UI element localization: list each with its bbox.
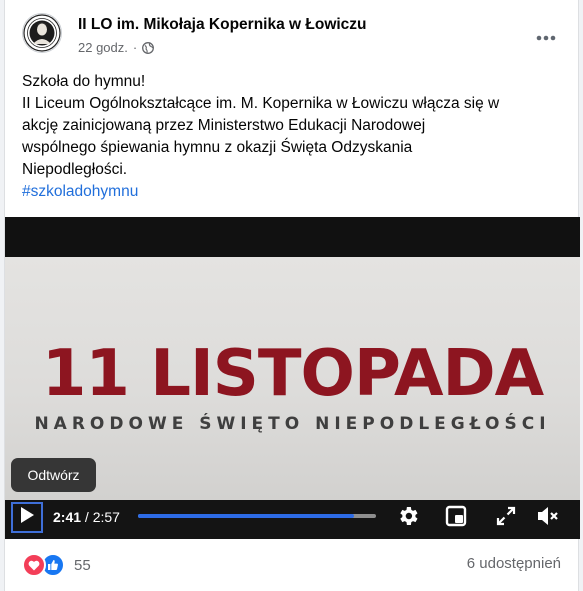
fullscreen-icon: [496, 506, 516, 531]
post-text-line: Szkoła do hymnu!: [22, 73, 146, 90]
video-controls: 2:41 / 2:57: [5, 500, 580, 539]
fullscreen-button[interactable]: [493, 505, 519, 531]
shares-count[interactable]: 6 udostępnień: [467, 555, 561, 572]
post-header: II LO im. Mikołaja Kopernika w Łowiczu 2…: [5, 0, 578, 70]
post-footer: 55 6 udostępnień: [5, 539, 578, 591]
post-text: Szkoła do hymnu! II Liceum Ogólnokształc…: [22, 71, 567, 203]
more-options-button[interactable]: [528, 22, 564, 52]
video-headline: 11 LISTOPADA: [41, 337, 544, 411]
globe-icon: [142, 41, 155, 54]
play-button[interactable]: [11, 502, 43, 533]
post-meta: 22 godz. ·: [78, 40, 155, 55]
video-player[interactable]: 11 LISTOPADA NARODOWE ŚWIĘTO NIEPODLEGŁO…: [5, 217, 580, 539]
more-options-icon: [536, 28, 556, 46]
picture-in-picture-icon: [445, 505, 467, 532]
time-display: 2:41 / 2:57: [53, 509, 120, 525]
reaction-count[interactable]: 55: [74, 557, 91, 574]
reactions-summary[interactable]: 55: [22, 553, 91, 577]
hashtag-link[interactable]: #szkoladohymnu: [22, 183, 138, 200]
play-icon: [19, 506, 35, 529]
settings-icon: [396, 504, 420, 533]
timestamp-link[interactable]: 22 godz.: [78, 40, 128, 55]
current-time: 2:41: [53, 509, 82, 525]
volume-button[interactable]: [535, 505, 561, 531]
post-text-line: II Liceum Ogólnokształcące im. M. Kopern…: [22, 95, 500, 112]
progress-fill: [138, 514, 354, 518]
meta-separator: ·: [132, 40, 138, 55]
play-tooltip: Odtwórz: [11, 458, 96, 492]
time-separator: /: [81, 509, 93, 525]
pip-button[interactable]: [443, 505, 469, 531]
post-text-line: Niepodległości.: [22, 161, 128, 178]
progress-bar[interactable]: [138, 514, 376, 518]
post-text-line: akcję zainicjowaną przez Ministerstwo Ed…: [22, 117, 426, 134]
heart-reaction-icon: [22, 553, 46, 577]
duration: 2:57: [92, 509, 120, 525]
post-text-line: wspólnego śpiewania hymnu z okazji Święt…: [22, 139, 413, 156]
video-subline: NARODOWE ŚWIĘTO NIEPODLEGŁOŚCI: [34, 414, 551, 434]
volume-muted-icon: [536, 505, 560, 532]
post-card: II LO im. Mikołaja Kopernika w Łowiczu 2…: [4, 0, 580, 591]
page-name-link[interactable]: II LO im. Mikołaja Kopernika w Łowiczu: [78, 16, 367, 34]
page-avatar[interactable]: [22, 13, 62, 53]
settings-button[interactable]: [395, 505, 421, 531]
